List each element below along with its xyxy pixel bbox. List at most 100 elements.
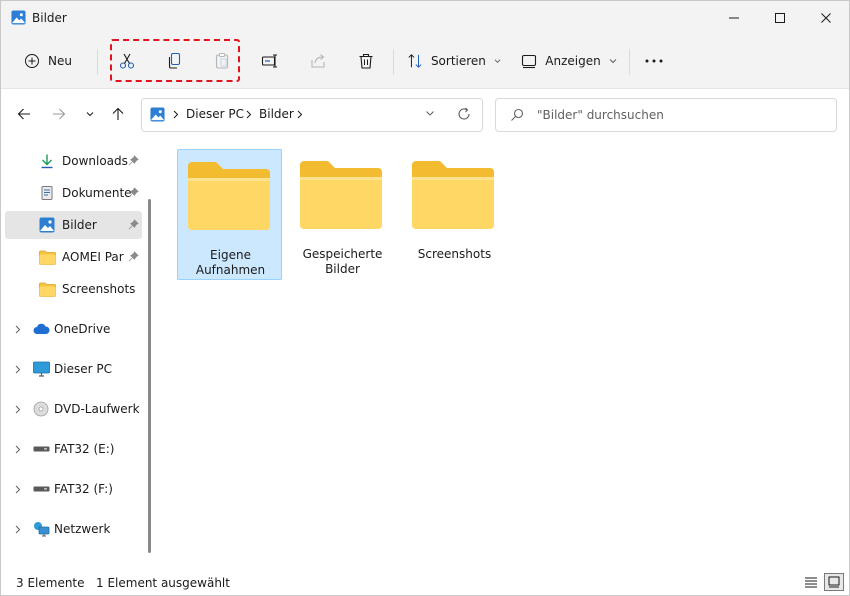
close-icon [821, 13, 831, 23]
copy-icon [168, 52, 181, 69]
monitor-icon [32, 360, 50, 378]
arrow-up-icon [112, 107, 124, 120]
sidebar-item-fat32-e[interactable]: FAT32 (E:) [5, 435, 142, 463]
trash-icon [359, 53, 373, 69]
sidebar-item-downloads[interactable]: Downloads [5, 147, 142, 175]
chevron-right-icon[interactable] [15, 445, 21, 454]
chevron-down-icon [609, 59, 617, 64]
delete-button[interactable] [352, 46, 380, 76]
sidebar-item-label: Bilder [62, 218, 97, 232]
copy-button[interactable] [161, 46, 189, 76]
view-button[interactable]: Anzeigen [521, 46, 617, 76]
search-placeholder: "Bilder" durchsuchen [537, 108, 664, 122]
chevron-down-icon[interactable] [425, 108, 435, 118]
sidebar-scrollbar[interactable] [148, 199, 151, 553]
chevron-right-icon[interactable] [15, 485, 21, 494]
up-button[interactable] [107, 103, 129, 125]
chevron-right-icon[interactable] [15, 365, 21, 374]
forward-button[interactable] [48, 103, 70, 125]
sidebar-item-screenshots[interactable]: Screenshots [5, 275, 142, 303]
more-options-button[interactable] [639, 46, 669, 76]
refresh-icon[interactable] [456, 106, 472, 122]
plus-circle-icon [25, 54, 40, 68]
pictures-icon [11, 10, 26, 25]
back-button[interactable] [13, 103, 35, 125]
chevron-right-icon [246, 110, 252, 119]
chevron-right-icon [297, 110, 303, 119]
sidebar-item-onedrive[interactable]: OneDrive [5, 315, 142, 343]
folder-icon [188, 162, 270, 230]
drive-icon [32, 440, 50, 458]
window-title: Bilder [32, 11, 67, 25]
sidebar-item-bilder[interactable]: Bilder [5, 211, 142, 239]
address-bar[interactable]: Dieser PC Bilder [141, 98, 483, 132]
more-icon [645, 59, 663, 63]
close-button[interactable] [803, 1, 849, 35]
file-explorer-window: Bilder Neu Sortieren Anzeigen Dieser PC … [0, 0, 850, 596]
toolbar-separator [97, 49, 98, 75]
tiles-view-button[interactable] [824, 573, 844, 591]
sidebar-item-fat32-f[interactable]: FAT32 (F:) [5, 475, 142, 503]
share-button[interactable] [304, 46, 332, 76]
sidebar-item-dokumente[interactable]: Dokumente [5, 179, 142, 207]
folder-tile-gespeicherte-bilder[interactable]: Gespeicherte Bilder [290, 149, 395, 280]
sidebar-item-label: Screenshots [62, 282, 136, 296]
new-button-label: Neu [48, 54, 72, 68]
view-button-label: Anzeigen [545, 54, 601, 68]
folder-name: Eigene Aufnahmen [195, 248, 266, 277]
sidebar-item-aomei[interactable]: AOMEI Parti [5, 243, 142, 271]
sidebar-item-netzwerk[interactable]: Netzwerk [5, 515, 142, 543]
pin-icon[interactable] [128, 219, 139, 230]
sidebar-item-dieser-pc[interactable]: Dieser PC [5, 355, 142, 383]
list-view-icon [805, 577, 817, 588]
tiles-view-icon [828, 576, 840, 588]
new-button[interactable]: Neu [15, 46, 81, 76]
pictures-icon [150, 107, 165, 122]
pin-icon[interactable] [128, 187, 139, 198]
breadcrumb-dieser-pc[interactable]: Dieser PC [186, 107, 244, 121]
sort-button-label: Sortieren [430, 54, 486, 68]
rename-icon [261, 54, 277, 68]
sidebar-item-label: FAT32 (F:) [54, 482, 113, 496]
navigation-row: Dieser PC Bilder "Bilder" durchsuchen [1, 89, 849, 139]
chevron-right-icon[interactable] [15, 525, 21, 534]
folder-name: Screenshots [417, 247, 492, 261]
folder-tile-screenshots[interactable]: Screenshots [402, 149, 507, 280]
document-icon [38, 184, 56, 202]
folder-icon [412, 161, 494, 229]
minimize-button[interactable] [711, 1, 757, 35]
rename-button[interactable] [256, 46, 284, 76]
selection-count: 1 Element ausgewählt [96, 576, 230, 590]
item-count: 3 Elemente [16, 576, 85, 590]
pin-icon[interactable] [128, 251, 139, 262]
cloud-icon [32, 320, 50, 338]
recent-locations-button[interactable] [79, 103, 101, 125]
chevron-down-icon [86, 112, 94, 117]
chevron-right-icon[interactable] [15, 325, 21, 334]
pin-icon[interactable] [128, 155, 139, 166]
folder-tile-eigene-aufnahmen[interactable]: Eigene Aufnahmen [177, 149, 282, 280]
sidebar-item-label: Netzwerk [54, 522, 111, 536]
details-view-button[interactable] [801, 573, 821, 591]
scissors-icon [119, 53, 135, 69]
paste-icon [215, 52, 229, 69]
maximize-button[interactable] [757, 1, 803, 35]
folder-icon [38, 280, 56, 298]
maximize-icon [775, 13, 785, 23]
search-box[interactable]: "Bilder" durchsuchen [495, 98, 837, 132]
arrow-right-icon [53, 108, 66, 120]
sort-button[interactable]: Sortieren [407, 46, 501, 76]
search-icon [511, 108, 524, 121]
drive-icon [32, 480, 50, 498]
paste-button[interactable] [208, 46, 236, 76]
sidebar-item-label: Dokumente [62, 186, 132, 200]
cut-button[interactable] [113, 46, 141, 76]
sidebar-item-label: AOMEI Parti [62, 250, 124, 264]
file-list: Eigene Aufnahmen Gespeicherte Bilder Scr… [153, 139, 849, 567]
sidebar-item-dvd-drive[interactable]: DVD-Laufwerk (D [5, 395, 142, 423]
chevron-right-icon[interactable] [15, 405, 21, 414]
sidebar-item-label: Dieser PC [54, 362, 112, 376]
command-bar: Neu Sortieren Anzeigen [1, 35, 849, 89]
breadcrumb-bilder[interactable]: Bilder [259, 107, 294, 121]
view-icon [522, 54, 537, 69]
